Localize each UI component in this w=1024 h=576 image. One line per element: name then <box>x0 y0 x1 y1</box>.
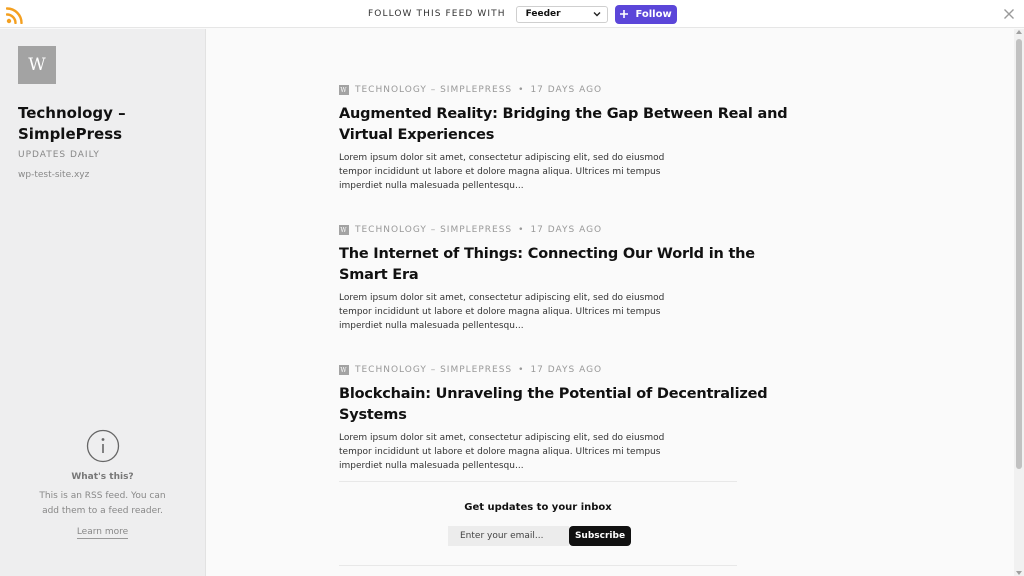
sidebar: W Technology – SimplePress UPDATES DAILY… <box>0 29 206 576</box>
scrollbar[interactable] <box>1014 29 1024 576</box>
newsletter-title: Get updates to your inbox <box>464 502 612 513</box>
close-icon[interactable] <box>1003 8 1015 20</box>
article-excerpt: Lorem ipsum dolor sit amet, consectetur … <box>339 293 665 331</box>
meta-separator: • <box>518 225 525 235</box>
source-badge: W <box>339 365 349 375</box>
article-item[interactable]: W TECHNOLOGY – SIMPLEPRESS • 17 DAYS AGO… <box>339 84 799 224</box>
article-age: 17 DAYS AGO <box>530 225 603 235</box>
article-list: W TECHNOLOGY – SIMPLEPRESS • 17 DAYS AGO… <box>339 84 799 483</box>
article-source: TECHNOLOGY – SIMPLEPRESS <box>355 85 513 95</box>
article-title[interactable]: Blockchain: Unraveling the Potential of … <box>339 384 799 426</box>
article-item[interactable]: W TECHNOLOGY – SIMPLEPRESS • 17 DAYS AGO… <box>339 364 799 483</box>
info-text: This is an RSS feed. You can add them to… <box>39 491 166 516</box>
chevron-down-icon <box>593 12 601 17</box>
feed-reader-selected: Feeder <box>525 9 561 19</box>
article-source: TECHNOLOGY – SIMPLEPRESS <box>355 365 513 375</box>
feed-site-link[interactable]: wp-test-site.xyz <box>18 170 89 180</box>
email-input[interactable]: Enter your email... <box>448 526 569 546</box>
article-meta: W TECHNOLOGY – SIMPLEPRESS • 17 DAYS AGO <box>339 224 799 236</box>
meta-separator: • <box>518 85 525 95</box>
follow-label: FOLLOW THIS FEED WITH <box>368 9 506 19</box>
article-excerpt: Lorem ipsum dolor sit amet, consectetur … <box>339 153 665 191</box>
article-meta: W TECHNOLOGY – SIMPLEPRESS • 17 DAYS AGO <box>339 84 799 96</box>
article-age: 17 DAYS AGO <box>530 365 603 375</box>
info-title: What's this? <box>71 472 134 482</box>
article-excerpt: Lorem ipsum dolor sit amet, consectetur … <box>339 433 665 471</box>
article-title[interactable]: The Internet of Things: Connecting Our W… <box>339 244 799 286</box>
info-icon <box>86 429 119 463</box>
source-badge: W <box>339 225 349 235</box>
article-source: TECHNOLOGY – SIMPLEPRESS <box>355 225 513 235</box>
feed-title: Technology – SimplePress <box>18 104 126 143</box>
article-item[interactable]: W TECHNOLOGY – SIMPLEPRESS • 17 DAYS AGO… <box>339 224 799 364</box>
follow-button-label: Follow <box>635 8 672 20</box>
feed-frequency: UPDATES DAILY <box>18 150 100 160</box>
newsletter-divider-bottom <box>339 565 737 566</box>
rss-info-block: What's this? This is an RSS feed. You ca… <box>30 429 175 539</box>
rss-icon[interactable] <box>6 6 24 24</box>
source-badge: W <box>339 85 349 95</box>
article-title[interactable]: Augmented Reality: Bridging the Gap Betw… <box>339 104 799 146</box>
learn-more-link[interactable]: Learn more <box>76 527 129 539</box>
scroll-thumb[interactable] <box>1016 39 1022 469</box>
newsletter-divider-top <box>339 481 737 482</box>
feed-avatar: W <box>18 46 56 84</box>
follow-controls: FOLLOW THIS FEED WITH Feeder Follow <box>368 4 677 24</box>
scroll-up-arrow-icon[interactable] <box>1016 30 1022 34</box>
article-age: 17 DAYS AGO <box>530 85 603 95</box>
meta-separator: • <box>518 365 525 375</box>
follow-button[interactable]: Follow <box>614 4 677 24</box>
top-bar: FOLLOW THIS FEED WITH Feeder Follow <box>0 0 1024 28</box>
scroll-down-arrow-icon[interactable] <box>1016 571 1022 575</box>
feed-reader-select[interactable]: Feeder <box>515 5 608 23</box>
article-meta: W TECHNOLOGY – SIMPLEPRESS • 17 DAYS AGO <box>339 364 799 376</box>
subscribe-button[interactable]: Subscribe <box>569 526 631 546</box>
plus-icon <box>620 10 629 18</box>
